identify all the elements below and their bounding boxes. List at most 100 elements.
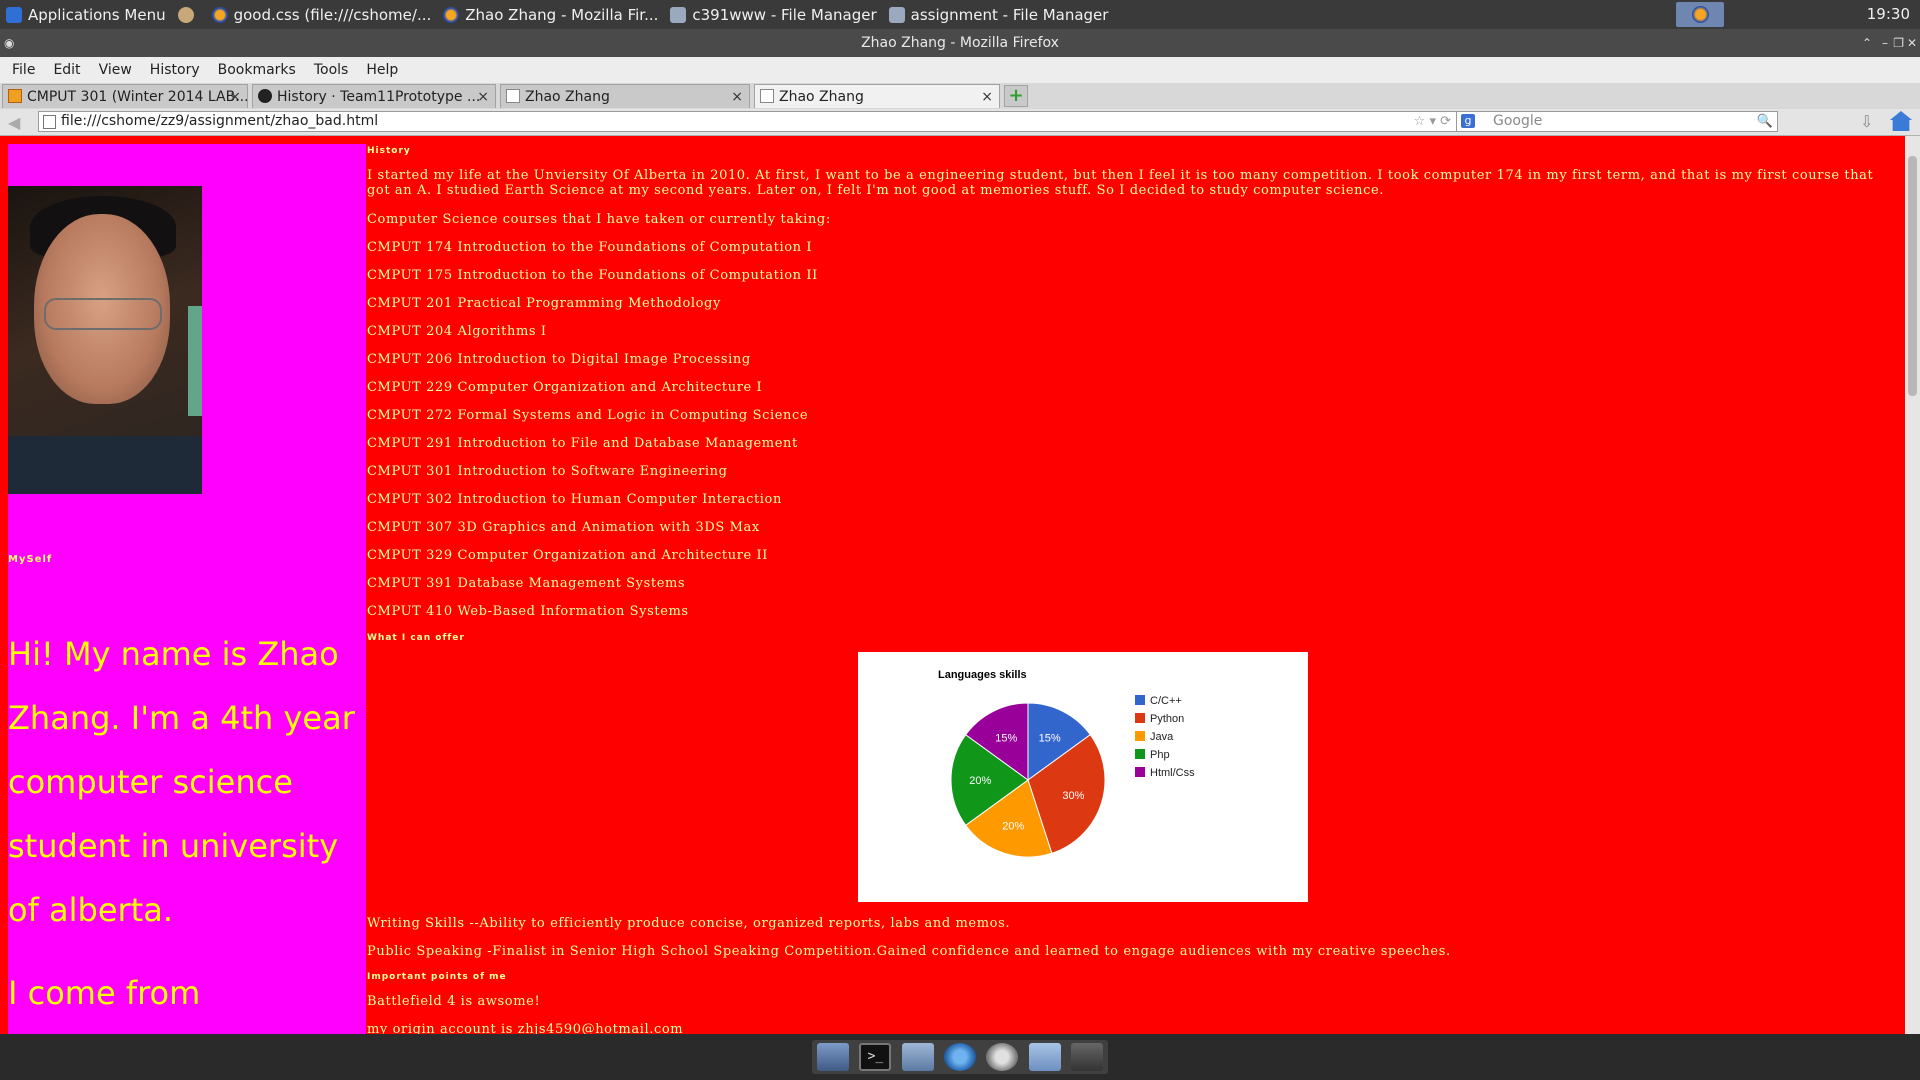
photo-background [188,306,202,416]
github-icon [258,89,272,103]
tab-zhao-zhang-2[interactable]: Zhao Zhang × [754,84,1000,108]
main-content: History I started my life at the Unviers… [367,136,1897,1034]
download-icon[interactable]: ⇩ [1860,112,1873,131]
folder-icon [888,6,905,23]
languages-chart: Languages skills 15% C/C++ 30% Python 20% Jav… [858,652,1308,902]
apps-menu-icon [6,6,22,23]
home-icon[interactable] [1890,111,1912,131]
url-bar[interactable]: file:///cshome/zz9/assignment/zhao_bad.h… [38,111,1458,132]
bookmark-star-icon[interactable]: ☆ ▾ ⟳ [1414,112,1451,131]
menu-view[interactable]: View [99,62,132,78]
folder-icon[interactable] [1028,1043,1061,1071]
close-tab-icon[interactable]: × [477,85,489,108]
close-tab-icon[interactable]: × [229,85,241,108]
window-menu-icon[interactable]: ◉ [4,29,14,57]
pie-data-label: 15% [995,732,1017,744]
course-item: CMPUT 410 Web-Based Information Systems [367,604,689,619]
scrollbar-thumb[interactable] [1908,156,1917,396]
search-input[interactable]: g Google 🔍 [1456,111,1778,132]
legend-swatch [1135,731,1145,741]
search-icon[interactable]: 🔍 [1757,112,1773,131]
web-browser-icon[interactable] [943,1043,976,1071]
page-icon [506,89,520,103]
legend-label[interactable]: Html/Css [1150,767,1195,779]
minimize-icon[interactable]: – [1882,29,1888,57]
pie-data-label: 15% [1039,732,1061,744]
user-icon [177,6,194,23]
menu-tools[interactable]: Tools [314,62,349,78]
applications-menu-label: Applications Menu [28,5,166,24]
sidebar: MySelf Hi! My name is Zhao Zhang. I'm a … [8,144,366,1034]
clock: 19:30 [1866,5,1910,23]
taskbar-item-label: assignment - File Manager [910,5,1109,24]
taskbar-item-label: Zhao Zhang - Mozilla Fir... [465,5,659,24]
course-item: CMPUT 204 Algorithms I [367,324,547,339]
back-arrow-icon[interactable]: ◀ [8,113,20,132]
tab-github-history[interactable]: History · Team11Prototype ... × [252,84,496,108]
taskbar-item-goodcss[interactable]: good.css (file:///cshome/... [206,0,438,29]
window-up-icon[interactable]: ⌃ [1862,29,1872,57]
lock-icon[interactable] [1070,1043,1103,1071]
point-origin-account: my origin account is zhjs4590@hotmail.co… [367,1022,684,1034]
os-top-panel: Applications Menu good.css (file:///csho… [0,0,1920,29]
tray-firefox-button[interactable] [1676,2,1724,27]
menu-history[interactable]: History [150,62,200,78]
course-item: CMPUT 206 Introduction to Digital Image … [367,352,751,367]
history-heading: History [367,146,411,156]
course-item: CMPUT 302 Introduction to Human Computer… [367,492,782,507]
file-manager-icon[interactable] [901,1043,934,1071]
menu-bookmarks[interactable]: Bookmarks [218,62,296,78]
folder-icon [670,6,687,23]
close-tab-icon[interactable]: × [731,85,743,108]
course-item: CMPUT 229 Computer Organization and Arch… [367,380,763,395]
google-icon[interactable]: g [1461,114,1475,128]
page-icon [43,115,56,129]
navigation-bar: ◀ file:///cshome/zz9/assignment/zhao_bad… [0,109,1920,136]
maximize-icon[interactable]: ❐ [1893,29,1904,57]
bottom-dock: >_ [0,1034,1920,1080]
tab-cmput301[interactable]: CMPUT 301 (Winter 2014 LAB... × [2,84,248,108]
point-battlefield: Battlefield 4 is awsome! [367,994,541,1009]
desktop-icon[interactable] [817,1043,850,1071]
page-icon [760,89,774,103]
legend-label[interactable]: C/C++ [1150,695,1182,707]
menu-file[interactable]: File [12,62,35,78]
firefox-icon [211,6,228,23]
terminal-icon[interactable]: >_ [859,1043,892,1071]
menu-edit[interactable]: Edit [53,62,80,78]
applications-menu[interactable]: Applications Menu [0,0,172,29]
tab-zhao-zhang-1[interactable]: Zhao Zhang × [500,84,750,108]
course-item: CMPUT 201 Practical Programming Methodol… [367,296,721,311]
taskbar-item-c391www[interactable]: c391www - File Manager [664,0,882,29]
course-item: CMPUT 272 Formal Systems and Logic in Co… [367,408,809,423]
menu-bar: File Edit View History Bookmarks Tools H… [0,57,1920,83]
taskbar-item-zhao-zhang[interactable]: Zhao Zhang - Mozilla Fir... [437,0,664,29]
legend-label[interactable]: Java [1150,731,1174,743]
close-tab-icon[interactable]: × [981,85,993,108]
important-heading: Important points of me [367,972,507,982]
taskbar-item-assignment[interactable]: assignment - File Manager [883,0,1115,29]
tab-label: Zhao Zhang [779,89,864,105]
menu-help[interactable]: Help [366,62,398,78]
course-item: CMPUT 329 Computer Organization and Arch… [367,548,769,563]
chart-title: Languages skills [938,669,1027,681]
offer-heading: What I can offer [367,633,465,643]
firefox-icon [443,6,460,23]
legend-label[interactable]: Php [1150,749,1170,761]
legend-label[interactable]: Python [1150,713,1184,725]
search-icon[interactable] [986,1043,1019,1071]
myself-heading: MySelf [8,554,53,565]
tab-strip: CMPUT 301 (Winter 2014 LAB... × History … [0,83,1920,110]
firefox-icon [1692,6,1709,23]
pie-data-label: 20% [1002,820,1024,832]
history-paragraph: I started my life at the Unviersity Of A… [367,168,1874,198]
close-icon[interactable]: ✕ [1907,29,1917,57]
dock-launchers: >_ [812,1040,1108,1074]
tab-label: CMPUT 301 (Winter 2014 LAB... [27,89,248,105]
profile-photo [8,186,202,494]
user-indicator[interactable] [172,0,206,29]
public-speaking: Public Speaking -Finalist in Senior High… [367,944,1451,959]
vertical-scrollbar[interactable] [1905,136,1920,1034]
url-text: file:///cshome/zz9/assignment/zhao_bad.h… [61,113,379,129]
new-tab-button[interactable]: + [1004,85,1028,107]
